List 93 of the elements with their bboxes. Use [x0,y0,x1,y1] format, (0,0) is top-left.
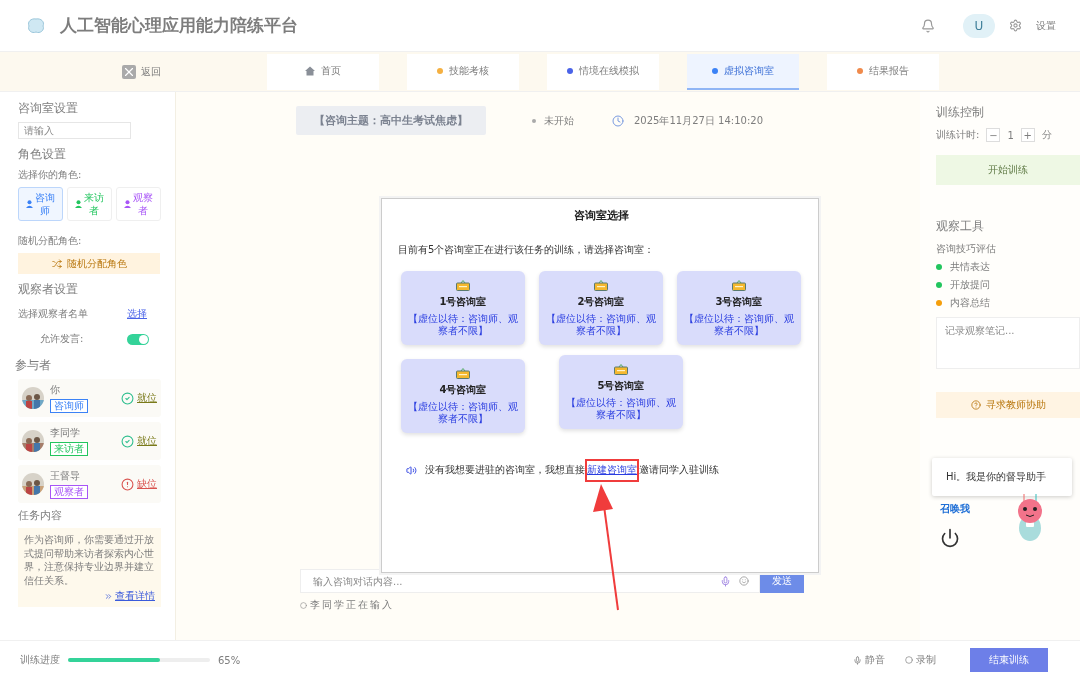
speaker-icon [406,465,417,476]
settings-link[interactable]: 设置 [1036,18,1056,33]
help-icon [970,400,981,410]
section-title: 观察者设置 [18,281,79,298]
decrease-button[interactable]: − [986,128,1001,142]
help-button[interactable]: 寻求教师协助 [936,392,1080,418]
hint-text: 没有我想要进驻的咨询室，我想直接 新建咨询室 邀请同学入驻训练 [425,459,719,482]
timer-value: 1 [1007,129,1014,141]
room-card[interactable]: 3号咨询室 【虚位以待：咨询师、观察者不限】 [677,271,801,345]
close-icon [122,64,136,79]
observer-list-label: 选择观察者名单 [18,307,88,321]
skill-label: 开放提问 [950,278,990,292]
new-room-link[interactable]: 新建咨询室 [585,459,639,482]
room-card[interactable]: 4号咨询室 【虚位以待：咨询师、观察者不限】 [401,359,525,433]
skill-label: 共情表达 [950,260,990,274]
details-link[interactable]: 查看详情 [104,589,155,603]
timer-label: 训练计时: [936,128,980,142]
status-link[interactable]: 缺位 [121,477,157,491]
status-link[interactable]: 就位 [121,391,157,405]
random-label: 随机分配角色: [18,234,83,248]
emoji-icon[interactable] [739,576,749,586]
role-prompt: 选择你的角色: [18,168,83,182]
section-title: 角色设置 [18,146,67,163]
unit-label: 分 [1041,128,1052,142]
task-text: 作为咨询师，你需要通过开放式提问帮助来访者探索内心世界，注意保持专业边界并建立信任关系。 [24,533,155,587]
status-link[interactable]: 就位 [121,434,157,448]
sign-icon [614,363,628,375]
user-avatar[interactable]: U [963,13,995,38]
room-card[interactable]: 5号咨询室 【虚位以待：咨询师、观察者不限】 [559,355,683,429]
progress-label: 训练进度 [20,653,60,667]
notes-field[interactable]: 记录观察笔记... [936,317,1080,369]
app-title: 人工智能心理应用能力陪练平台 [60,14,299,37]
increase-button[interactable]: + [1020,128,1035,142]
role-tag: 咨询师 [50,399,88,413]
participant-name: 王督导 [50,469,81,483]
skill-label: 内容总结 [950,296,990,310]
section-title: 训练控制 [936,104,985,121]
nav-tab[interactable]: 技能考核 [407,53,519,90]
status-icon [300,601,307,609]
typing-indicator: 李同学正在输入 [310,598,394,612]
participant-name: 李同学 [50,426,81,440]
nav-tab[interactable]: 虚拟咨询室 [687,53,799,90]
chevrons-icon [104,591,113,601]
microphone-icon[interactable] [720,575,731,587]
bell-icon[interactable] [921,18,935,33]
settings-icon[interactable] [1009,19,1022,32]
nav-tab[interactable]: 首页 [267,53,379,90]
alert-icon [121,477,134,491]
progress-percent: 65% [218,654,241,666]
dialog-intro: 目前有5个咨询室正在进行该任务的训练，请选择咨询室： [398,243,656,257]
microphone-icon [853,655,862,665]
sign-icon [456,279,470,291]
role-tag: 观察者 [50,485,88,499]
message-input[interactable]: 输入咨询对话内容... [311,574,712,588]
sign-icon [594,279,608,291]
random-role-button[interactable]: 随机分配角色 [18,253,160,274]
status-text: 未开始 [544,113,574,128]
nav-tab[interactable]: 结果报告 [827,53,939,90]
assistant-greeting: Hi。我是你的督导助手 [946,471,1047,482]
summon-button[interactable]: 召唤我 [940,502,970,516]
section-title: 任务内容 [18,508,63,523]
sign-icon [732,279,746,291]
check-icon [121,391,134,405]
record-icon [905,656,913,664]
mute-button[interactable]: 静音 [847,652,891,668]
back-button[interactable]: 返回 [122,64,161,79]
role-option[interactable]: 观察者 [116,187,161,221]
allow-speak-toggle[interactable] [127,333,149,345]
sign-icon [456,367,470,379]
dialog-title: 咨询室选择 [573,208,629,223]
eval-label: 咨询技巧评估 [936,242,997,256]
record-button[interactable]: 录制 [899,652,942,668]
shuffle-icon [51,258,62,269]
role-option[interactable]: 来访者 [67,187,112,221]
check-icon [121,434,134,448]
choose-link[interactable]: 选择 [127,307,161,321]
clock-icon [612,114,624,127]
section-title: 参与者 [15,357,52,374]
participant-name: 你 [50,383,61,397]
start-button[interactable]: 开始训练 [936,155,1080,185]
section-title: 咨询室设置 [18,100,79,117]
role-tag: 来访者 [50,442,88,456]
role-option[interactable]: 咨询师 [18,187,63,221]
room-name-field[interactable]: 请输入 [18,122,131,139]
room-card[interactable]: 1号咨询室 【虚位以待：咨询师、观察者不限】 [401,271,525,345]
room-card[interactable]: 2号咨询室 【虚位以待：咨询师、观察者不限】 [539,271,663,345]
nav-tab[interactable]: 情境在线模拟 [547,53,659,90]
allow-speak-label: 允许发言: [40,332,84,346]
power-icon[interactable] [940,528,960,548]
section-title: 观察工具 [936,218,985,235]
topic-banner: 【咨询主题：高中生考试焦虑】 [296,106,486,135]
date-time: 2025年11月27日 14:10:20 [634,113,763,128]
end-button[interactable]: 结束训练 [970,648,1048,672]
